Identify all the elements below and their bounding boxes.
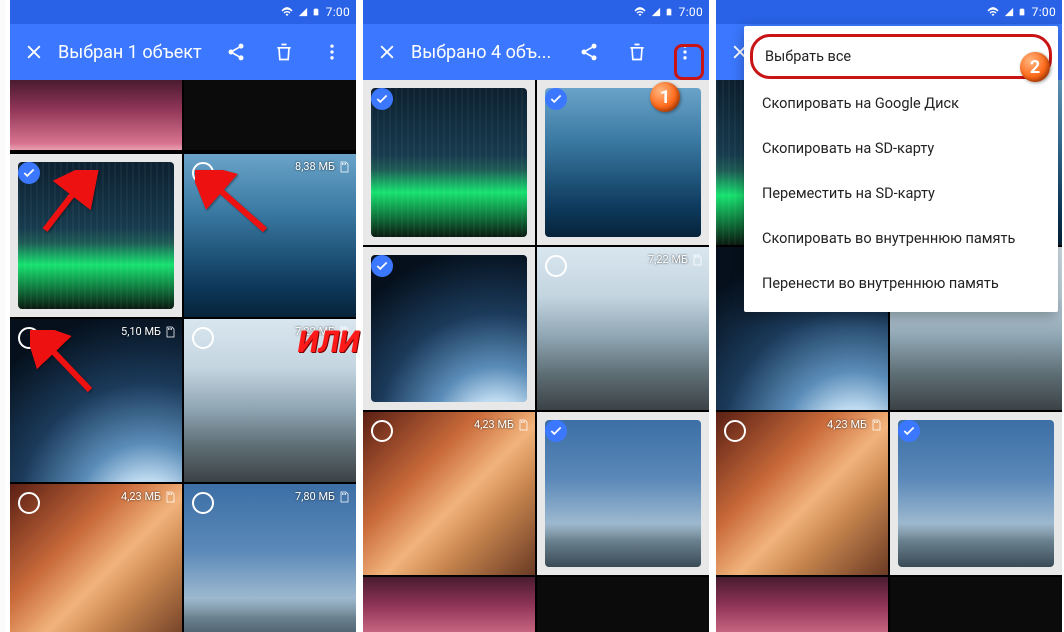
menu-item-copy-internal[interactable]: Скопировать во внутреннюю память [744,216,1058,261]
menu-item-move-internal[interactable]: Перенести во внутреннюю память [744,261,1058,306]
share-button[interactable] [212,24,260,80]
more-button[interactable] [308,24,356,80]
selection-checkbox[interactable] [371,255,393,277]
file-size-badge: 5,10 МБ [121,325,176,338]
share-button[interactable] [565,24,613,80]
selection-checkbox[interactable] [18,327,40,349]
menu-item-select-all[interactable]: Выбрать все [750,34,1052,79]
toolbar-title: Выбрано 4 объ... [411,42,565,63]
selection-checkbox[interactable] [545,420,567,442]
wifi-icon [986,6,1000,18]
toolbar-title: Выбран 1 объект [58,42,212,63]
signal-icon [1004,6,1014,18]
grid-cell[interactable] [535,410,709,575]
battery-icon [665,5,673,19]
annotation-or-label: ИЛИ [298,325,359,360]
delete-button[interactable] [613,24,661,80]
grid-cell[interactable] [535,80,709,245]
grid-cell[interactable]: 5,10 МБ [10,317,182,482]
grid-cell[interactable] [716,575,888,632]
selection-checkbox[interactable] [18,492,40,514]
status-time: 7:00 [679,5,703,19]
battery-icon [1018,5,1026,19]
image-grid: 7,22 МБ 4,23 МБ [363,80,709,632]
selection-checkbox[interactable] [192,492,214,514]
grid-cell[interactable] [182,80,356,152]
sd-card-icon [338,491,350,503]
grid-cell[interactable] [363,575,535,632]
grid-cell[interactable]: 8,38 МБ [182,152,356,317]
sd-card-icon [517,419,529,431]
selection-checkbox[interactable] [371,88,393,110]
annotation-step-1: 1 [650,82,680,112]
phone-screen-3: 7:00 4,23 МБ В [716,0,1062,632]
phone-screen-1: 7:00 Выбран 1 объект 8,38 МБ [10,0,356,632]
selection-checkbox[interactable] [724,420,746,442]
status-bar: 7:00 [10,0,356,24]
selection-checkbox[interactable] [371,420,393,442]
grid-cell[interactable] [888,410,1062,575]
menu-item-copy-sd[interactable]: Скопировать на SD-карту [744,126,1058,171]
annotation-step-2: 2 [1020,52,1050,82]
close-button[interactable] [363,24,411,80]
file-size-badge: 4,23 МБ [121,490,176,503]
grid-cell[interactable] [363,80,535,245]
grid-cell[interactable] [535,575,709,632]
status-time: 7:00 [1032,5,1056,19]
file-size-badge: 4,23 МБ [827,418,882,431]
selection-checkbox[interactable] [545,88,567,110]
status-bar: 7:00 [716,0,1062,24]
grid-cell[interactable] [10,80,182,152]
selection-toolbar: Выбран 1 объект [10,24,356,80]
grid-cell[interactable]: 4,23 МБ [10,482,182,632]
sd-card-icon [164,491,176,503]
selection-checkbox[interactable] [898,420,920,442]
selection-toolbar: Выбрано 4 объ... [363,24,709,80]
more-button[interactable] [661,24,709,80]
file-size-badge: 8,38 МБ [295,160,350,173]
selection-checkbox[interactable] [545,255,567,277]
sd-card-icon [691,254,703,266]
overflow-menu: Выбрать все Скопировать на Google Диск С… [744,26,1058,312]
sd-card-icon [164,326,176,338]
menu-item-copy-drive[interactable]: Скопировать на Google Диск [744,81,1058,126]
battery-icon [312,5,320,19]
status-bar: 7:00 [363,0,709,24]
file-size-badge: 4,23 МБ [474,418,529,431]
file-size-badge: 7,22 МБ [648,253,703,266]
file-size-badge: 7,80 МБ [295,490,350,503]
sd-card-icon [870,419,882,431]
wifi-icon [280,6,294,18]
sd-card-icon [338,161,350,173]
grid-cell[interactable] [363,245,535,410]
grid-cell[interactable]: 4,23 МБ [363,410,535,575]
menu-item-move-sd[interactable]: Переместить на SD-карту [744,171,1058,216]
selection-checkbox[interactable] [192,162,214,184]
signal-icon [298,6,308,18]
wifi-icon [633,6,647,18]
selection-checkbox[interactable] [192,327,214,349]
close-button[interactable] [10,24,58,80]
selection-checkbox[interactable] [18,162,40,184]
grid-cell[interactable]: 4,23 МБ [716,410,888,575]
grid-cell[interactable] [10,152,182,317]
status-time: 7:00 [326,5,350,19]
grid-cell[interactable] [888,575,1062,632]
grid-cell[interactable]: 7,80 МБ [182,482,356,632]
signal-icon [651,6,661,18]
delete-button[interactable] [260,24,308,80]
grid-cell[interactable]: 7,22 МБ [535,245,709,410]
